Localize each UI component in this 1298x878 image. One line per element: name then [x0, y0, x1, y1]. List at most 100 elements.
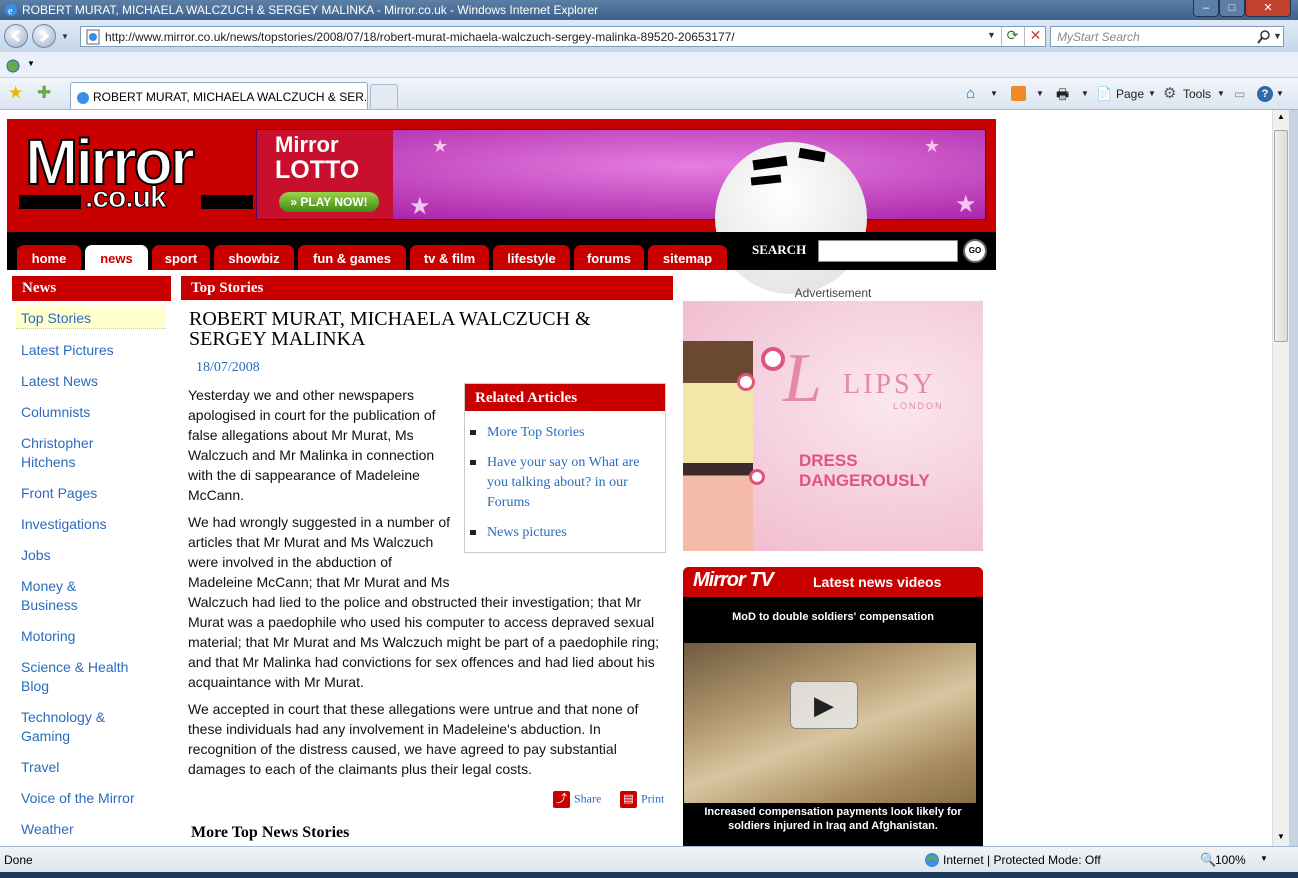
feeds-icon[interactable]	[1011, 86, 1026, 101]
lotto-line2: LOTTO	[275, 156, 360, 184]
stop-icon[interactable]: ✕	[1024, 27, 1046, 46]
tab-current-label: ROBERT MURAT, MICHAELA WALCZUCH & SER...	[93, 90, 368, 104]
decor-circle	[749, 469, 765, 485]
toolbar-dropdown-icon[interactable]: ▼	[27, 59, 35, 68]
print-dropdown-icon[interactable]: ▼	[1081, 85, 1089, 103]
lotto-banner-ad[interactable]: Mirror LOTTO » PLAY NOW! ★ ★ ★ ★	[256, 129, 986, 294]
left-nav-front-pages[interactable]: Front Pages	[21, 484, 161, 503]
back-button[interactable]	[4, 24, 28, 48]
play-now-button[interactable]: » PLAY NOW!	[279, 192, 379, 212]
nav-tab-home[interactable]: home	[17, 245, 81, 270]
left-nav-money-business[interactable]: Money & Business	[21, 577, 91, 615]
left-nav-latest-pictures[interactable]: Latest Pictures	[21, 341, 161, 360]
recent-pages-dropdown[interactable]: ▼	[61, 32, 69, 41]
left-nav-latest-news[interactable]: Latest News	[21, 372, 161, 391]
nav-tab-showbiz[interactable]: showbiz	[214, 245, 294, 270]
related-articles-box: Related Articles More Top Stories Have y…	[464, 383, 666, 553]
lipsy-logo-l: L	[783, 340, 822, 417]
nav-tab-news[interactable]: news	[85, 245, 148, 270]
nav-tab-sport[interactable]: sport	[152, 245, 210, 270]
lipsy-brand: LIPSY	[843, 369, 936, 400]
paragraph-line: with the di sappearance of Madeleine	[188, 467, 420, 483]
left-nav-heading: News	[12, 276, 171, 301]
favorites-star-icon[interactable]: ★	[8, 83, 23, 103]
ball-digit-mark	[752, 155, 788, 171]
paragraph-line: We accepted in court that these allegati…	[188, 701, 639, 717]
vertical-scrollbar[interactable]: ▲ ▼	[1272, 110, 1289, 846]
nav-tab-forums[interactable]: forums	[574, 245, 644, 270]
page-menu[interactable]: Page	[1116, 85, 1144, 103]
share-icon: ⤴	[553, 791, 570, 808]
feeds-dropdown-icon[interactable]: ▼	[1036, 85, 1044, 103]
left-nav-jobs[interactable]: Jobs	[21, 546, 161, 565]
scroll-down-arrow-icon[interactable]: ▼	[1277, 832, 1285, 841]
zoom-dropdown-icon[interactable]: ▼	[1260, 854, 1268, 863]
help-icon[interactable]: ?	[1257, 86, 1273, 102]
close-window-button[interactable]: ✕	[1245, 0, 1291, 17]
scroll-up-arrow-icon[interactable]: ▲	[1277, 112, 1285, 121]
share-label: Share	[574, 791, 602, 806]
mirror-logo[interactable]: Mirror .co.uk	[19, 125, 253, 223]
left-nav-weather[interactable]: Weather	[21, 820, 161, 839]
tools-dropdown-icon[interactable]: ▼	[1217, 85, 1225, 103]
nav-tab-fun-games[interactable]: fun & games	[298, 245, 406, 270]
site-search-go-button[interactable]: GO	[963, 239, 987, 263]
search-dropdown-icon[interactable]: ▼	[1273, 31, 1282, 41]
nav-tab-tv-film[interactable]: tv & film	[410, 245, 489, 270]
status-bar: Done Internet | Protected Mode: Off 🔍 10…	[0, 846, 1298, 872]
nav-tab-sitemap[interactable]: sitemap	[648, 245, 727, 270]
left-nav-columnists[interactable]: Columnists	[21, 403, 161, 422]
related-link-news-pictures[interactable]: News pictures	[487, 523, 659, 543]
play-icon[interactable]: ▶	[790, 681, 858, 729]
paragraph-line: Yesterday we and other newspapers	[188, 387, 414, 403]
help-dropdown-icon[interactable]: ▼	[1276, 85, 1284, 103]
print-icon[interactable]: 🖶	[1056, 85, 1069, 103]
left-nav-investigations[interactable]: Investigations	[21, 515, 161, 534]
new-tab-button[interactable]	[370, 84, 398, 108]
minimize-button[interactable]: –	[1193, 0, 1219, 17]
left-nav-motoring[interactable]: Motoring	[21, 627, 161, 646]
zoom-level[interactable]: 100%	[1215, 853, 1246, 867]
bullet-icon	[470, 460, 476, 465]
toolbar-globe-icon[interactable]	[5, 58, 21, 74]
print-article-button[interactable]: ▤ Print	[620, 791, 664, 808]
video-player[interactable]: ▶	[684, 643, 976, 803]
scroll-thumb[interactable]	[1274, 130, 1288, 342]
refresh-icon[interactable]: ⟳	[1001, 27, 1023, 46]
tab-current[interactable]: ROBERT MURAT, MICHAELA WALCZUCH & SER...	[70, 82, 368, 109]
maximize-button[interactable]: □	[1219, 0, 1245, 17]
left-nav-christopher-hitchens[interactable]: Christopher Hitchens	[21, 434, 111, 472]
lipsy-ad[interactable]: L LIPSY LONDON DRESS DANGEROUSLY	[683, 301, 983, 551]
home-dropdown-icon[interactable]: ▼	[990, 85, 998, 103]
section-heading: Top Stories	[181, 276, 673, 300]
lotto-line1: Mirror	[275, 132, 339, 157]
paragraph-line: Walczuch and Mr Malinka in connection	[188, 447, 435, 463]
tools-menu[interactable]: Tools	[1183, 85, 1211, 103]
forward-button[interactable]	[32, 24, 56, 48]
related-link-have-your-say[interactable]: Have your say on What are you talking ab…	[487, 453, 659, 513]
print-label: Print	[641, 791, 665, 806]
research-icon[interactable]: ▭	[1234, 85, 1245, 103]
search-field[interactable]: MyStart Search ▼	[1050, 26, 1284, 47]
tab-row: ★ ✚ ROBERT MURAT, MICHAELA WALCZUCH & SE…	[0, 78, 1298, 110]
left-nav-travel[interactable]: Travel	[21, 758, 161, 777]
site-search-input[interactable]	[818, 240, 958, 262]
left-nav-technology-gaming[interactable]: Technology & Gaming	[21, 708, 121, 746]
search-icon[interactable]	[1257, 30, 1271, 44]
nav-tab-lifestyle[interactable]: lifestyle	[493, 245, 570, 270]
share-button[interactable]: ⤴ Share	[553, 791, 601, 808]
home-icon[interactable]: ⌂	[966, 85, 975, 103]
left-nav-voice-of-mirror[interactable]: Voice of the Mirror	[21, 789, 161, 808]
address-dropdown-icon[interactable]: ▼	[987, 30, 996, 40]
address-field[interactable]: http://www.mirror.co.uk/news/topstories/…	[80, 26, 1046, 47]
left-nav-top-stories[interactable]: Top Stories	[21, 309, 161, 328]
gear-icon: ⚙	[1163, 85, 1177, 102]
security-zone[interactable]: Internet | Protected Mode: Off	[943, 853, 1101, 867]
page-dropdown-icon[interactable]: ▼	[1148, 85, 1156, 103]
related-link-more-top-stories[interactable]: More Top Stories	[487, 423, 659, 443]
mirror-tv-widget: Mirror TV Latest news videos MoD to doub…	[683, 567, 983, 846]
left-nav-science-health[interactable]: Science & Health Blog	[21, 658, 141, 696]
lotto-box: Mirror LOTTO » PLAY NOW!	[257, 130, 393, 219]
add-favorites-icon[interactable]: ✚	[37, 83, 51, 103]
mirror-tv-header: Mirror TV Latest news videos	[683, 567, 983, 597]
